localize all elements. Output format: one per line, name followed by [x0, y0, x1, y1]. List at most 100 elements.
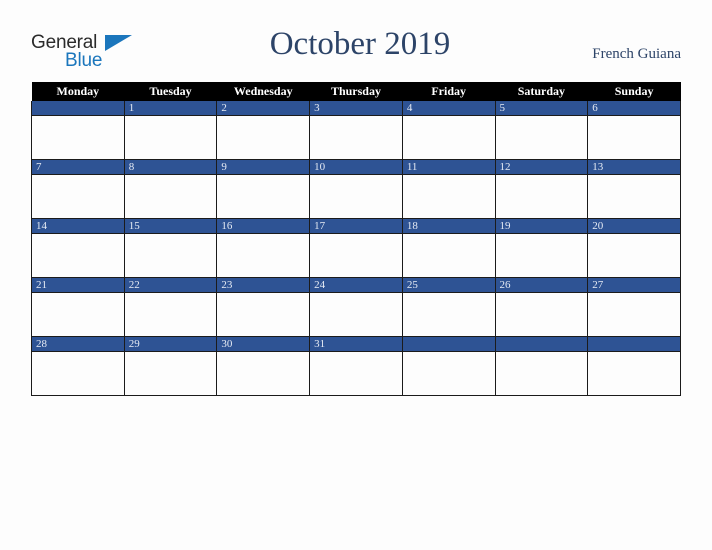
- calendar-day-cell[interactable]: 6: [587, 101, 681, 160]
- day-events-area[interactable]: [403, 234, 495, 276]
- calendar-day-cell[interactable]: 17: [309, 218, 403, 278]
- calendar-day-cell[interactable]: 4: [401, 101, 496, 160]
- day-number: 19: [495, 219, 588, 234]
- day-events-area[interactable]: [496, 234, 588, 276]
- day-number: 13: [588, 160, 680, 175]
- day-events-area[interactable]: [32, 234, 124, 276]
- country-label: French Guiana: [592, 46, 681, 62]
- day-events-area[interactable]: [310, 175, 402, 217]
- day-number: 7: [32, 160, 124, 175]
- day-events-area[interactable]: [217, 352, 309, 394]
- day-number: 2: [217, 101, 310, 116]
- weekday-header-monday: Monday: [31, 82, 125, 101]
- calendar-day-cell[interactable]: 1: [123, 101, 218, 160]
- day-events-area[interactable]: [403, 175, 495, 217]
- calendar-week-row: 28 29 30 31: [31, 336, 681, 396]
- day-events-area[interactable]: [403, 293, 495, 335]
- day-events-area[interactable]: [496, 175, 588, 217]
- brand-logo[interactable]: General Blue: [31, 33, 141, 79]
- day-number: 28: [32, 337, 124, 352]
- weekday-header-friday: Friday: [402, 82, 496, 101]
- day-number: 11: [402, 160, 495, 175]
- calendar-day-cell[interactable]: 18: [401, 218, 496, 278]
- calendar-day-cell[interactable]: 31: [309, 336, 403, 396]
- day-events-area[interactable]: [32, 293, 124, 335]
- page-header: General Blue October 2019 French Guiana: [0, 0, 712, 82]
- calendar-day-cell[interactable]: 10: [309, 159, 403, 219]
- calendar-day-cell[interactable]: 5: [494, 101, 589, 160]
- day-number: 15: [124, 219, 217, 234]
- day-number: 6: [588, 101, 680, 116]
- calendar-day-cell[interactable]: 3: [309, 101, 403, 160]
- day-events-area[interactable]: [310, 234, 402, 276]
- calendar-day-cell[interactable]: 11: [401, 159, 496, 219]
- day-events-area[interactable]: [496, 352, 588, 394]
- calendar-day-cell[interactable]: 9: [216, 159, 311, 219]
- day-events-area[interactable]: [125, 352, 217, 394]
- calendar-day-cell[interactable]: [587, 336, 681, 396]
- day-events-area[interactable]: [310, 293, 402, 335]
- weekday-header-sunday: Sunday: [587, 82, 681, 101]
- calendar-week-row: 7 8 9 10 11 12 13: [31, 159, 681, 219]
- calendar-day-cell[interactable]: 29: [123, 336, 218, 396]
- day-number: 9: [217, 160, 310, 175]
- day-number: 4: [402, 101, 495, 116]
- calendar-day-cell[interactable]: 22: [123, 277, 218, 337]
- day-events-area[interactable]: [403, 352, 495, 394]
- day-number: [588, 337, 680, 352]
- calendar-day-cell[interactable]: [401, 336, 496, 396]
- calendar-day-cell[interactable]: 26: [494, 277, 589, 337]
- calendar-day-cell[interactable]: 14: [31, 218, 125, 278]
- day-events-area[interactable]: [310, 352, 402, 394]
- calendar-day-cell[interactable]: 20: [587, 218, 681, 278]
- day-number: 25: [402, 278, 495, 293]
- day-number: 29: [124, 337, 217, 352]
- calendar-day-cell[interactable]: 24: [309, 277, 403, 337]
- day-events-area[interactable]: [217, 293, 309, 335]
- day-events-area[interactable]: [588, 352, 680, 394]
- day-events-area[interactable]: [588, 175, 680, 217]
- calendar-day-cell[interactable]: 30: [216, 336, 311, 396]
- day-number: 14: [32, 219, 124, 234]
- day-events-area[interactable]: [310, 116, 402, 158]
- calendar-day-cell[interactable]: 8: [123, 159, 218, 219]
- day-events-area[interactable]: [496, 293, 588, 335]
- day-events-area[interactable]: [125, 234, 217, 276]
- day-events-area[interactable]: [125, 175, 217, 217]
- calendar-day-cell[interactable]: 15: [123, 218, 218, 278]
- day-events-area[interactable]: [496, 116, 588, 158]
- calendar-day-cell[interactable]: 7: [31, 159, 125, 219]
- calendar-day-cell[interactable]: 25: [401, 277, 496, 337]
- day-events-area[interactable]: [125, 116, 217, 158]
- calendar-day-cell[interactable]: 16: [216, 218, 311, 278]
- day-events-area[interactable]: [217, 175, 309, 217]
- calendar-day-cell[interactable]: 13: [587, 159, 681, 219]
- day-events-area[interactable]: [32, 175, 124, 217]
- day-number: [402, 337, 495, 352]
- day-number: 27: [588, 278, 680, 293]
- calendar-day-cell[interactable]: 21: [31, 277, 125, 337]
- calendar-day-cell[interactable]: [31, 101, 125, 160]
- day-events-area[interactable]: [588, 116, 680, 158]
- day-number: 26: [495, 278, 588, 293]
- calendar-day-cell[interactable]: 27: [587, 277, 681, 337]
- day-events-area[interactable]: [217, 234, 309, 276]
- calendar-week-row: 21 22 23 24 25 26 27: [31, 277, 681, 337]
- day-number: 23: [217, 278, 310, 293]
- day-events-area[interactable]: [125, 293, 217, 335]
- calendar-day-cell[interactable]: 12: [494, 159, 589, 219]
- calendar-day-cell[interactable]: 2: [216, 101, 311, 160]
- calendar-day-cell[interactable]: 19: [494, 218, 589, 278]
- day-events-area[interactable]: [403, 116, 495, 158]
- day-number: 10: [310, 160, 402, 175]
- calendar-day-cell[interactable]: [494, 336, 589, 396]
- day-events-area[interactable]: [32, 352, 124, 394]
- calendar-day-cell[interactable]: 23: [216, 277, 311, 337]
- weekday-header-tuesday: Tuesday: [124, 82, 217, 101]
- day-events-area[interactable]: [588, 234, 680, 276]
- day-events-area[interactable]: [588, 293, 680, 335]
- day-events-area[interactable]: [32, 116, 124, 158]
- calendar-day-cell[interactable]: 28: [31, 336, 125, 396]
- day-events-area[interactable]: [217, 116, 309, 158]
- day-number: 12: [495, 160, 588, 175]
